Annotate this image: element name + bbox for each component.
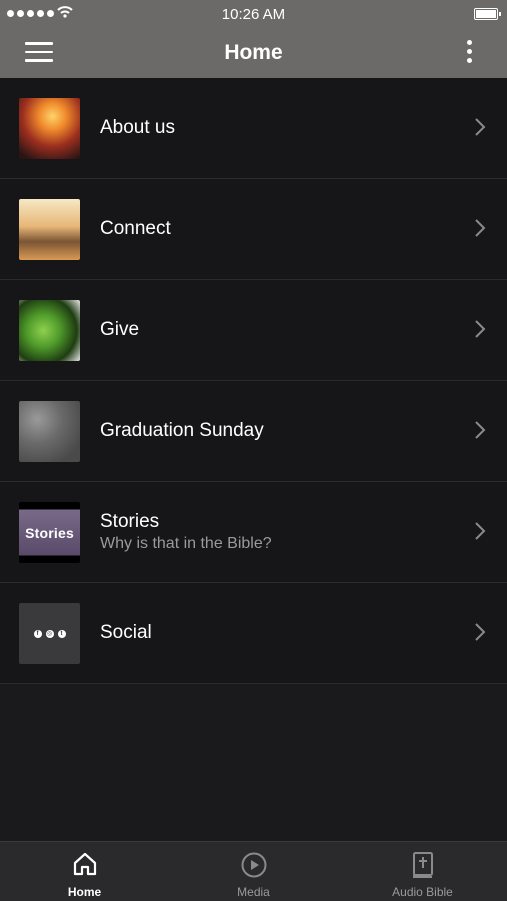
- status-bar: 10:26 AM: [0, 0, 507, 28]
- give-thumbnail: [19, 300, 80, 361]
- facebook-icon: f: [33, 629, 42, 638]
- stories-thumbnail: Stories: [19, 502, 80, 563]
- list-item-give[interactable]: Give: [0, 280, 507, 381]
- list-item-connect[interactable]: Connect: [0, 179, 507, 280]
- list-item-title: Give: [100, 319, 140, 340]
- tab-media[interactable]: Media: [169, 842, 338, 901]
- tab-audio-bible[interactable]: Audio Bible: [338, 842, 507, 901]
- tab-home[interactable]: Home: [0, 842, 169, 901]
- chevron-right-icon: [475, 219, 486, 237]
- list-item-title: About us: [100, 117, 175, 138]
- list-item-graduation-sunday[interactable]: Graduation Sunday: [0, 381, 507, 482]
- tab-bar: Home Media Audio Bible: [0, 841, 507, 901]
- chevron-right-icon: [475, 320, 486, 338]
- status-time: 10:26 AM: [221, 6, 286, 23]
- list-item-social[interactable]: f ◎ t Social: [0, 583, 507, 684]
- social-thumbnail: f ◎ t: [19, 603, 80, 664]
- more-options-icon[interactable]: [467, 40, 473, 66]
- list-item-about-us[interactable]: About us: [0, 78, 507, 179]
- list-item-title: Stories: [100, 511, 160, 532]
- connect-thumbnail: [19, 199, 80, 260]
- list-item-title: Social: [100, 622, 152, 643]
- chevron-right-icon: [475, 118, 486, 136]
- chevron-right-icon: [475, 623, 486, 641]
- list-item-stories[interactable]: Stories Stories Why is that in the Bible…: [0, 482, 507, 583]
- twitter-icon: t: [57, 629, 66, 638]
- chevron-right-icon: [475, 421, 486, 439]
- home-icon: [73, 852, 96, 876]
- tab-label: Audio Bible: [392, 885, 453, 899]
- battery-icon: [474, 8, 501, 20]
- about-us-thumbnail: [19, 98, 80, 159]
- chevron-right-icon: [475, 522, 486, 540]
- list-item-title: Connect: [100, 218, 171, 239]
- graduation-sunday-thumbnail: [19, 401, 80, 462]
- tab-label: Media: [237, 885, 270, 899]
- play-icon: [241, 852, 266, 878]
- page-title: Home: [224, 41, 283, 64]
- instagram-icon: ◎: [45, 629, 54, 638]
- list-item-title: Graduation Sunday: [100, 420, 264, 441]
- stories-thumbnail-text: Stories: [25, 524, 74, 541]
- list-item-subtitle: Why is that in the Bible?: [100, 535, 272, 552]
- bible-icon: [412, 852, 433, 878]
- nav-bar: Home: [0, 28, 507, 78]
- tab-label: Home: [67, 885, 102, 899]
- home-list: About us Connect Give Graduation Sunday …: [0, 78, 507, 684]
